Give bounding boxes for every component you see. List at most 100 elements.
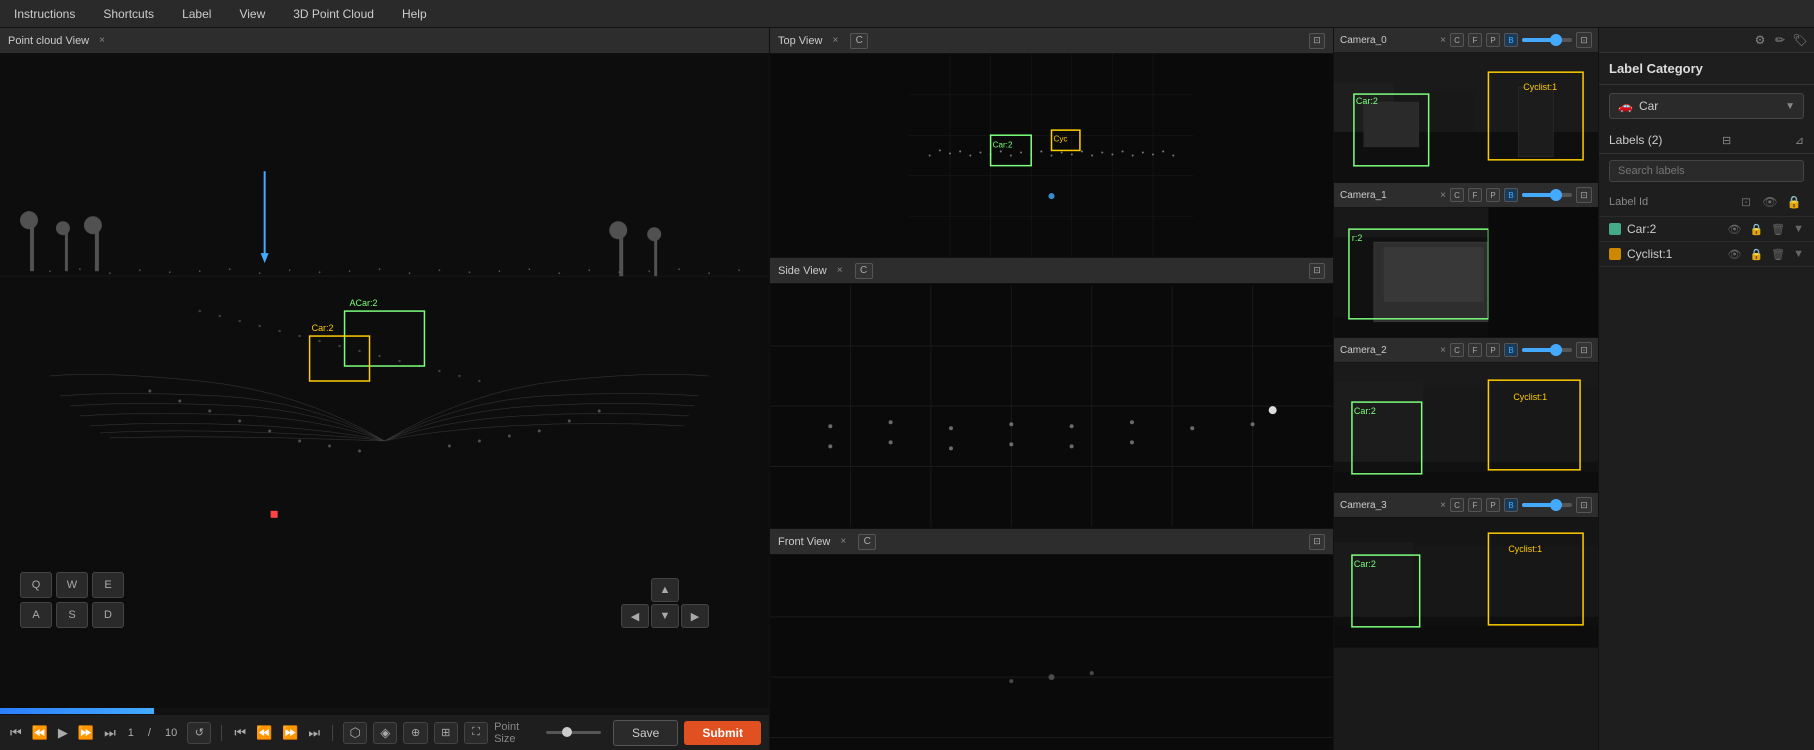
step-forward-btn[interactable]: ⏩ (280, 725, 300, 741)
crosshair-icon[interactable]: ⊕ (403, 722, 427, 744)
point-cloud-view[interactable]: ACar:2 Car:2 Q W E A S D (0, 54, 769, 708)
funnel-icon[interactable]: ⊿ (1795, 134, 1804, 147)
camera-1-maximize[interactable]: ⊡ (1576, 187, 1592, 203)
key-d[interactable]: D (92, 602, 124, 628)
camera-0-b-btn[interactable]: B (1504, 33, 1518, 47)
camera-3-b-btn[interactable]: B (1504, 498, 1518, 512)
menu-help[interactable]: Help (388, 3, 441, 25)
key-w[interactable]: W (56, 572, 88, 598)
key-e[interactable]: E (92, 572, 124, 598)
camera-0-c-btn[interactable]: C (1450, 33, 1464, 47)
camera-2-close[interactable]: × (1440, 345, 1446, 356)
camera-3-p-btn[interactable]: P (1486, 498, 1500, 512)
camera-0-maximize[interactable]: ⊡ (1576, 32, 1592, 48)
point-cloud-close[interactable]: × (99, 35, 105, 46)
label-panel-tag-icon[interactable]: 🏷 (1790, 30, 1810, 50)
playback-play[interactable]: ▶ (56, 725, 70, 741)
search-labels-input[interactable] (1618, 165, 1795, 177)
key-q[interactable]: Q (20, 572, 52, 598)
front-view-close[interactable]: × (840, 536, 846, 547)
camera-3-slider[interactable] (1522, 503, 1572, 507)
point-size-slider[interactable] (546, 731, 601, 734)
arrow-up-btn[interactable]: ▲ (651, 578, 679, 602)
key-a[interactable]: A (20, 602, 52, 628)
camera-1-close[interactable]: × (1440, 190, 1446, 201)
label-header-copy-icon[interactable]: ⊡ (1736, 192, 1756, 212)
camera-2-b-btn[interactable]: B (1504, 343, 1518, 357)
camera-2-maximize[interactable]: ⊡ (1576, 342, 1592, 358)
front-view-content[interactable] (770, 555, 1333, 750)
camera-1-c-btn[interactable]: C (1450, 188, 1464, 202)
refresh-btn[interactable]: ↺ (187, 722, 211, 744)
camera-1-p-btn[interactable]: P (1486, 188, 1500, 202)
arrow-down-btn[interactable]: ▼ (651, 604, 679, 628)
camera-3-c-btn[interactable]: C (1450, 498, 1464, 512)
car2-delete-icon[interactable]: 🗑 (1771, 223, 1785, 236)
step-back-btn[interactable]: ⏪ (254, 725, 274, 741)
expand-icon[interactable]: ⛶ (464, 722, 488, 744)
front-view-c-btn[interactable]: C (858, 534, 876, 550)
3d-box-icon[interactable]: ⬡ (343, 722, 367, 744)
top-view-close[interactable]: × (832, 35, 838, 46)
select-icon[interactable]: ⊞ (434, 722, 458, 744)
arrow-left-btn[interactable]: ◀ (621, 604, 649, 628)
camera-3-maximize[interactable]: ⊡ (1576, 497, 1592, 513)
skip-back-btn[interactable]: ⏮ (232, 725, 248, 741)
cyclist1-lock-icon[interactable]: 🔒 (1749, 248, 1763, 261)
cyclist1-expand-icon[interactable]: ▼ (1793, 248, 1804, 260)
category-dropdown[interactable]: 🚗 Car ▼ (1609, 93, 1804, 119)
camera-2-c-btn[interactable]: C (1450, 343, 1464, 357)
camera-2-p-btn[interactable]: P (1486, 343, 1500, 357)
camera-0-p-btn[interactable]: P (1486, 33, 1500, 47)
side-view-close[interactable]: × (837, 265, 843, 276)
cyclist1-hidden-icon[interactable]: 👁 (1727, 248, 1741, 261)
save-button[interactable]: Save (613, 720, 678, 746)
car2-expand-icon[interactable]: ▼ (1793, 223, 1804, 235)
playback-prev[interactable]: ⏪ (30, 725, 50, 741)
arrow-right-btn[interactable]: ▶ (681, 604, 709, 628)
camera-2-f-btn[interactable]: F (1468, 343, 1482, 357)
cyclist1-delete-icon[interactable]: 🗑 (1771, 248, 1785, 261)
menu-view[interactable]: View (225, 3, 279, 25)
submit-button[interactable]: Submit (684, 721, 761, 745)
camera-0-f-btn[interactable]: F (1468, 33, 1482, 47)
camera-2-image[interactable]: Car:2 Cyclist:1 (1334, 362, 1598, 492)
label-panel-settings-icon[interactable]: ⚙ (1750, 30, 1770, 50)
label-header-eye-icon[interactable]: 👁 (1760, 192, 1780, 212)
camera-1-b-btn[interactable]: B (1504, 188, 1518, 202)
side-view-content[interactable] (770, 284, 1333, 528)
cyclist1-label-name[interactable]: Cyclist:1 (1627, 247, 1719, 261)
camera-1-image[interactable]: r:2 (1334, 207, 1598, 337)
camera-2-slider[interactable] (1522, 348, 1572, 352)
camera-3-f-btn[interactable]: F (1468, 498, 1482, 512)
car2-lock-icon[interactable]: 🔒 (1749, 223, 1763, 236)
menu-label[interactable]: Label (168, 3, 225, 25)
3d-view-icon[interactable]: ◈ (373, 722, 397, 744)
camera-3-close[interactable]: × (1440, 500, 1446, 511)
side-view-maximize[interactable]: ⊡ (1309, 263, 1325, 279)
label-panel-edit-icon[interactable]: ✏ (1770, 30, 1790, 50)
camera-0-slider[interactable] (1522, 38, 1572, 42)
playback-first[interactable]: ⏮ (8, 725, 24, 741)
camera-0-image[interactable]: Car:2 Cyclist:1 (1334, 52, 1598, 182)
menu-shortcuts[interactable]: Shortcuts (89, 3, 168, 25)
car2-label-name[interactable]: Car:2 (1627, 222, 1719, 236)
menu-instructions[interactable]: Instructions (0, 3, 89, 25)
key-s[interactable]: S (56, 602, 88, 628)
filter-icon[interactable]: ⊟ (1722, 134, 1731, 147)
top-view-content[interactable]: Car:2 Cyc (770, 54, 1333, 257)
camera-0-close[interactable]: × (1440, 35, 1446, 46)
label-header-lock-icon[interactable]: 🔒 (1784, 192, 1804, 212)
top-view-c-btn[interactable]: C (850, 33, 868, 49)
camera-3-image[interactable]: Car:2 Cyclist:1 (1334, 517, 1598, 647)
menu-3d-point-cloud[interactable]: 3D Point Cloud (279, 3, 388, 25)
top-view-maximize[interactable]: ⊡ (1309, 33, 1325, 49)
camera-1-slider[interactable] (1522, 193, 1572, 197)
camera-1-f-btn[interactable]: F (1468, 188, 1482, 202)
front-view-maximize[interactable]: ⊡ (1309, 534, 1325, 550)
playback-next[interactable]: ⏩ (76, 725, 96, 741)
car2-hidden-icon[interactable]: 👁 (1727, 223, 1741, 236)
playback-last[interactable]: ⏭ (102, 725, 118, 741)
skip-forward-btn[interactable]: ⏭ (306, 725, 322, 741)
side-view-c-btn[interactable]: C (855, 263, 873, 279)
